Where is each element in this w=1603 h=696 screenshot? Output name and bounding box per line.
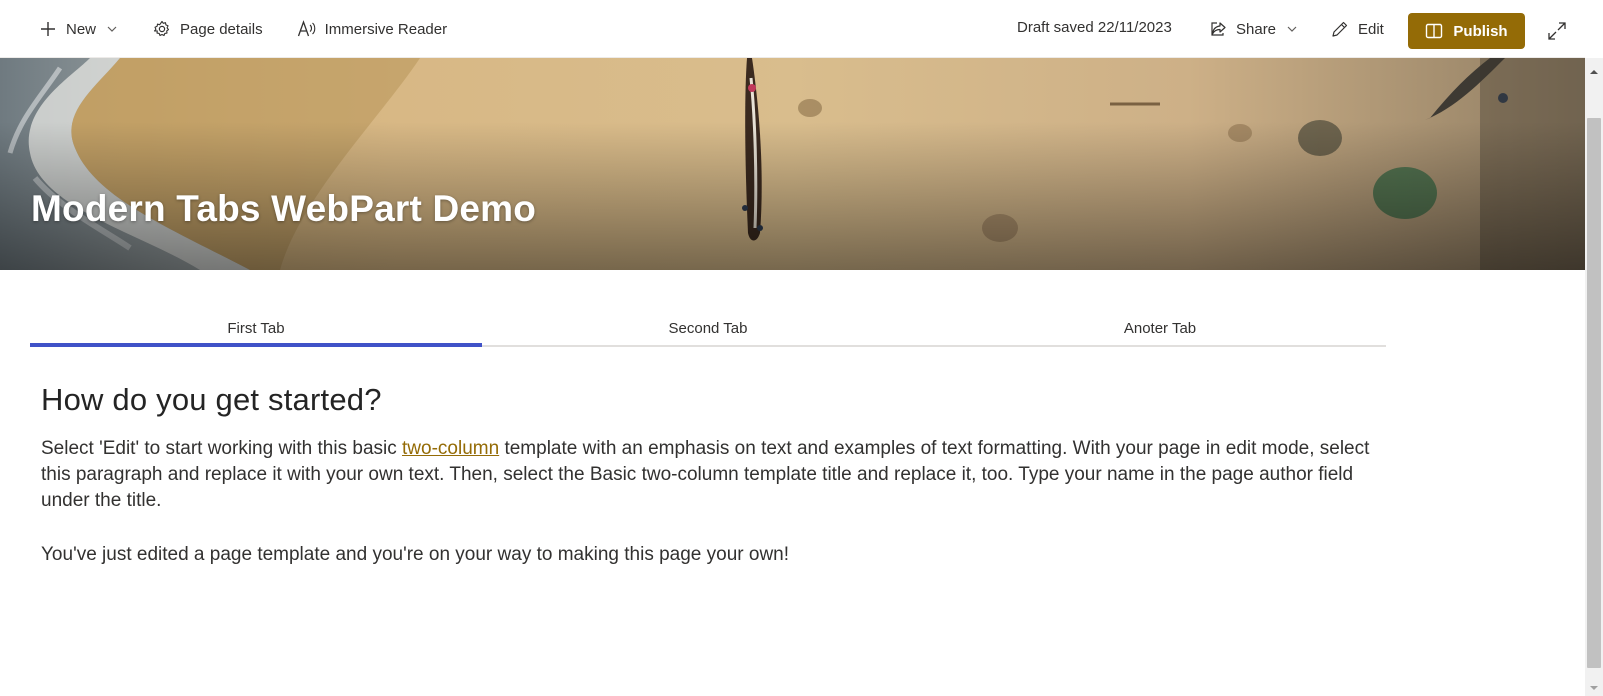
- tab-second[interactable]: Second Tab: [482, 312, 934, 345]
- two-column-link[interactable]: two-column: [402, 438, 499, 459]
- chevron-down-icon: [1286, 23, 1298, 35]
- vertical-scrollbar[interactable]: [1585, 58, 1603, 696]
- content-heading: How do you get started?: [41, 382, 382, 417]
- tab-another[interactable]: Anoter Tab: [934, 312, 1386, 345]
- scroll-up-arrow-icon[interactable]: [1589, 64, 1599, 74]
- tab-label: First Tab: [227, 320, 285, 337]
- publish-button[interactable]: Publish: [1408, 13, 1525, 49]
- plus-icon: [38, 19, 58, 39]
- expand-icon[interactable]: [1546, 20, 1568, 42]
- new-button-label: New: [66, 20, 97, 38]
- page-title: Modern Tabs WebPart Demo: [31, 188, 537, 229]
- tab-first[interactable]: First Tab: [30, 312, 482, 347]
- new-button[interactable]: New: [30, 9, 126, 49]
- scrollbar-thumb[interactable]: [1587, 118, 1601, 668]
- tab-label: Second Tab: [668, 320, 748, 337]
- content-paragraph: You've just edited a page template and y…: [41, 544, 790, 565]
- edit-label: Edit: [1358, 20, 1384, 38]
- share-button[interactable]: Share: [1200, 9, 1306, 49]
- immersive-reader-button[interactable]: Immersive Reader: [289, 9, 456, 49]
- page-details-button[interactable]: Page details: [144, 9, 271, 49]
- tab-content: How do you get started? Select 'Edit' to…: [41, 382, 1391, 568]
- immersive-reader-icon: [297, 19, 317, 39]
- chevron-down-icon: [106, 23, 118, 35]
- content-paragraph: Select 'Edit' to start working with this…: [41, 436, 1391, 514]
- share-label: Share: [1236, 20, 1277, 38]
- edit-button[interactable]: Edit: [1322, 9, 1392, 49]
- hero-banner: Modern Tabs WebPart Demo: [0, 58, 1585, 270]
- hero-overlay: [0, 58, 1585, 270]
- tab-label: Anoter Tab: [1123, 320, 1197, 337]
- publish-label: Publish: [1453, 22, 1508, 40]
- command-bar: New Page details Immersive Reader Draft …: [0, 0, 1585, 58]
- paragraph-text: Select 'Edit' to start working with this…: [41, 438, 403, 459]
- scroll-down-arrow-icon[interactable]: [1589, 680, 1599, 690]
- pencil-icon: [1330, 19, 1350, 39]
- draft-status-text: Draft saved 22/11/2023: [1017, 19, 1172, 36]
- command-bar-left: New Page details Immersive Reader: [30, 9, 473, 49]
- book-icon: [1425, 22, 1443, 40]
- tab-bar: First Tab Second Tab Anoter Tab: [30, 312, 1386, 347]
- immersive-reader-label: Immersive Reader: [324, 20, 448, 38]
- gear-icon: [152, 19, 172, 39]
- page-details-label: Page details: [180, 20, 263, 38]
- share-icon: [1208, 19, 1228, 39]
